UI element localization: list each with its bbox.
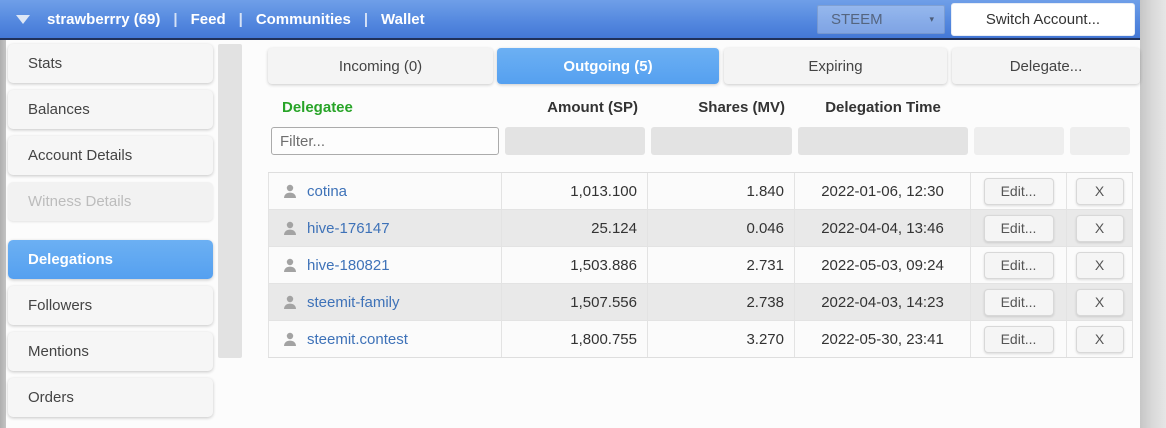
column-header-delegation-time[interactable]: Delegation Time bbox=[795, 99, 971, 116]
shares-cell: 1.840 bbox=[648, 173, 795, 209]
switch-account-button[interactable]: Switch Account... bbox=[951, 3, 1135, 36]
amount-cell: 25.124 bbox=[502, 210, 648, 246]
amount-cell: 1,503.886 bbox=[502, 247, 648, 283]
window-right-edge bbox=[1140, 0, 1166, 428]
account-caret-down-icon[interactable] bbox=[16, 14, 30, 24]
sidebar-item-orders[interactable]: Orders bbox=[8, 378, 213, 417]
nav-communities[interactable]: Communities bbox=[256, 11, 351, 28]
delegatee-link[interactable]: hive-180821 bbox=[307, 257, 390, 274]
shares-cell: 2.738 bbox=[648, 284, 795, 320]
edit-button[interactable]: Edit... bbox=[983, 177, 1054, 205]
time-cell: 2022-05-03, 09:24 bbox=[795, 247, 971, 283]
amount-cell: 1,800.755 bbox=[502, 321, 648, 357]
sidebar-item-stats[interactable]: Stats bbox=[8, 44, 213, 83]
remove-button[interactable]: X bbox=[1075, 325, 1124, 353]
tab-incoming[interactable]: Incoming (0) bbox=[268, 48, 493, 84]
tab-outgoing[interactable]: Outgoing (5) bbox=[497, 48, 719, 84]
sidebar-item-mentions[interactable]: Mentions bbox=[8, 332, 213, 371]
nav-separator: | bbox=[238, 10, 243, 28]
table-row: steemit.contest 1,800.755 3.270 2022-05-… bbox=[268, 321, 1133, 357]
delegatee-filter-input[interactable] bbox=[271, 127, 499, 155]
time-cell: 2022-05-30, 23:41 bbox=[795, 321, 971, 357]
select-caret-icon: ▾ bbox=[929, 14, 934, 24]
table-filter-row bbox=[268, 124, 1133, 158]
sidebar-item-account-details[interactable]: Account Details bbox=[8, 136, 213, 175]
shares-cell: 3.270 bbox=[648, 321, 795, 357]
remove-filter-cell bbox=[1070, 127, 1130, 155]
top-nav: strawberrry (69) | Feed | Communities | … bbox=[0, 11, 425, 28]
column-header-shares[interactable]: Shares (MV) bbox=[648, 99, 795, 116]
amount-filter-cell bbox=[505, 127, 645, 155]
delegatee-link[interactable]: steemit.contest bbox=[307, 331, 408, 348]
column-header-amount[interactable]: Amount (SP) bbox=[502, 99, 648, 116]
sidebar-item-balances[interactable]: Balances bbox=[8, 90, 213, 129]
remove-button[interactable]: X bbox=[1075, 214, 1124, 242]
amount-cell: 1,013.100 bbox=[502, 173, 648, 209]
delegatee-link[interactable]: steemit-family bbox=[307, 294, 400, 311]
top-bar: strawberrry (69) | Feed | Communities | … bbox=[0, 0, 1140, 40]
nav-separator: | bbox=[363, 10, 369, 28]
user-icon bbox=[282, 183, 298, 199]
time-filter-cell bbox=[798, 127, 968, 155]
nav-wallet[interactable]: Wallet bbox=[381, 11, 425, 28]
user-icon bbox=[282, 331, 298, 347]
table-header: Delegatee Amount (SP) Shares (MV) Delega… bbox=[268, 92, 1133, 122]
shares-cell: 2.731 bbox=[648, 247, 795, 283]
edit-button[interactable]: Edit... bbox=[983, 325, 1054, 353]
table-row: steemit-family 1,507.556 2.738 2022-04-0… bbox=[268, 284, 1133, 321]
time-cell: 2022-01-06, 12:30 bbox=[795, 173, 971, 209]
edit-filter-cell bbox=[974, 127, 1064, 155]
user-icon bbox=[282, 294, 298, 310]
time-cell: 2022-04-03, 14:23 bbox=[795, 284, 971, 320]
amount-cell: 1,507.556 bbox=[502, 284, 648, 320]
remove-button[interactable]: X bbox=[1075, 251, 1124, 279]
network-select-value: STEEM bbox=[831, 11, 883, 28]
edit-button[interactable]: Edit... bbox=[983, 251, 1054, 279]
user-icon bbox=[282, 220, 298, 236]
time-cell: 2022-04-04, 13:46 bbox=[795, 210, 971, 246]
shares-cell: 0.046 bbox=[648, 210, 795, 246]
delegate-button[interactable]: Delegate... bbox=[952, 48, 1140, 84]
edit-button[interactable]: Edit... bbox=[983, 214, 1054, 242]
column-header-delegatee[interactable]: Delegatee bbox=[268, 99, 502, 116]
network-select[interactable]: STEEM ▾ bbox=[817, 5, 945, 34]
edit-button[interactable]: Edit... bbox=[983, 288, 1054, 316]
table-row: hive-176147 25.124 0.046 2022-04-04, 13:… bbox=[268, 210, 1133, 247]
remove-button[interactable]: X bbox=[1075, 177, 1124, 205]
delegations-table: cotina 1,013.100 1.840 2022-01-06, 12:30… bbox=[268, 172, 1133, 358]
account-menu[interactable]: strawberrry (69) bbox=[47, 11, 160, 28]
delegatee-link[interactable]: hive-176147 bbox=[307, 220, 390, 237]
window-left-edge bbox=[0, 40, 6, 428]
main-scrollbar-track[interactable] bbox=[218, 44, 242, 358]
nav-feed[interactable]: Feed bbox=[191, 11, 226, 28]
sidebar-item-followers[interactable]: Followers bbox=[8, 286, 213, 325]
nav-separator: | bbox=[173, 10, 178, 28]
sidebar-item-delegations[interactable]: Delegations bbox=[8, 240, 213, 279]
shares-filter-cell bbox=[651, 127, 792, 155]
remove-button[interactable]: X bbox=[1075, 288, 1124, 316]
table-row: cotina 1,013.100 1.840 2022-01-06, 12:30… bbox=[268, 173, 1133, 210]
sidebar-item-witness-details: Witness Details bbox=[8, 182, 213, 221]
tab-expiring[interactable]: Expiring bbox=[724, 48, 947, 84]
table-row: hive-180821 1,503.886 2.731 2022-05-03, … bbox=[268, 247, 1133, 284]
delegatee-link[interactable]: cotina bbox=[307, 183, 347, 200]
user-icon bbox=[282, 257, 298, 273]
